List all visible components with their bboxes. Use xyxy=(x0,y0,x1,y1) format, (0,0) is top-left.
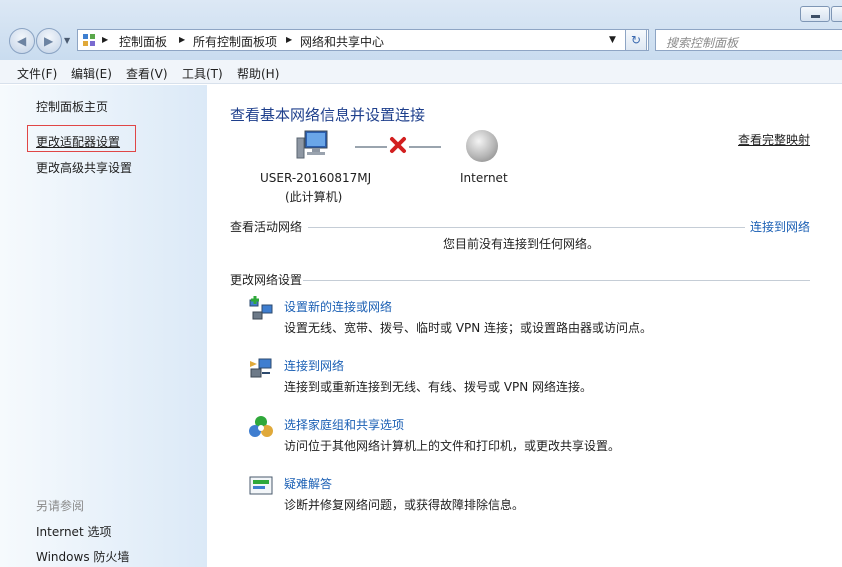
menu-help[interactable]: 帮助(H) xyxy=(237,65,279,82)
connect-to-network-link[interactable]: 连接到网络 xyxy=(750,218,810,235)
breadcrumb-chevron-icon[interactable]: ▶ xyxy=(102,35,108,44)
address-dropdown-icon[interactable]: ▼ xyxy=(609,35,616,45)
breadcrumb-all-items[interactable]: 所有控制面板项 xyxy=(193,33,277,50)
task-desc: 访问位于其他网络计算机上的文件和打印机，或更改共享设置。 xyxy=(284,439,621,453)
troubleshoot-icon xyxy=(249,476,273,495)
sidebar-item-label: 更改适配器设置 xyxy=(36,135,121,149)
full-map-link[interactable]: 查看完整映射 xyxy=(738,131,810,148)
back-arrow-icon: ◀ xyxy=(17,34,27,48)
no-connection-message: 您目前没有连接到任何网络。 xyxy=(443,237,600,251)
minimize-button[interactable] xyxy=(800,6,830,22)
chevron-down-icon[interactable]: ▼ xyxy=(64,36,70,45)
task-new-connection[interactable]: 设置新的连接或网络 xyxy=(284,298,392,315)
breadcrumb-control-panel[interactable]: 控制面板 xyxy=(119,33,167,50)
control-panel-icon xyxy=(83,34,95,46)
divider xyxy=(303,280,810,281)
menu-view[interactable]: 查看(V) xyxy=(126,65,168,82)
connect-network-icon xyxy=(250,358,272,378)
change-settings-heading: 更改网络设置 xyxy=(230,273,303,287)
active-networks-heading: 查看活动网络 xyxy=(230,220,303,234)
breadcrumb-network-center[interactable]: 网络和共享中心 xyxy=(300,33,384,50)
forward-button[interactable]: ▶ xyxy=(36,28,62,54)
task-desc: 连接到或重新连接到无线、有线、拨号或 VPN 网络连接。 xyxy=(284,380,593,394)
menu-edit[interactable]: 编辑(E) xyxy=(71,65,112,82)
maximize-button[interactable] xyxy=(831,6,842,22)
refresh-icon: ↻ xyxy=(630,33,642,47)
new-connection-icon xyxy=(249,296,273,320)
connection-line xyxy=(409,146,441,148)
sidebar-item-home[interactable]: 控制面板主页 xyxy=(36,98,108,115)
menu-tools[interactable]: 工具(T) xyxy=(182,65,223,82)
title-bar: ◀ ▶ ▼ ▶ 控制面板 ▶ 所有控制面板项 ▶ 网络和共享中心 ▼ ↻ 搜索控… xyxy=(0,0,842,60)
sidebar-item-advanced-sharing[interactable]: 更改高级共享设置 xyxy=(36,159,132,176)
search-placeholder: 搜索控制面板 xyxy=(666,36,739,50)
computer-icon xyxy=(296,130,328,159)
disconnected-x-icon[interactable] xyxy=(389,136,407,154)
task-connect-network[interactable]: 连接到网络 xyxy=(284,357,344,374)
breadcrumb-chevron-icon[interactable]: ▶ xyxy=(179,35,185,44)
page-title: 查看基本网络信息并设置连接 xyxy=(230,106,426,124)
task-troubleshoot[interactable]: 疑难解答 xyxy=(284,475,332,492)
forward-arrow-icon: ▶ xyxy=(44,34,54,48)
breadcrumb-chevron-icon[interactable]: ▶ xyxy=(286,35,292,44)
refresh-button[interactable]: ↻ xyxy=(625,29,647,51)
task-homegroup[interactable]: 选择家庭组和共享选项 xyxy=(284,416,404,433)
sidebar-item-adapter-settings[interactable]: 更改适配器设置 xyxy=(27,125,136,152)
address-bar[interactable]: ▶ 控制面板 ▶ 所有控制面板项 ▶ 网络和共享中心 ▼ xyxy=(77,29,649,51)
search-input[interactable]: 搜索控制面板 xyxy=(655,29,842,51)
divider xyxy=(308,227,745,228)
connection-line xyxy=(355,146,387,148)
see-also-heading: 另请参阅 xyxy=(36,499,85,513)
computer-name: USER-20160817MJ xyxy=(260,171,372,185)
sidebar-item-internet-options[interactable]: Internet 选项 xyxy=(36,523,111,540)
sidebar: 控制面板主页 更改适配器设置 更改高级共享设置 另请参阅 Internet 选项… xyxy=(0,85,207,567)
computer-subtitle: (此计算机) xyxy=(285,190,343,204)
globe-icon xyxy=(466,130,498,162)
homegroup-icon xyxy=(249,416,273,437)
menu-file[interactable]: 文件(F) xyxy=(17,65,57,82)
back-button[interactable]: ◀ xyxy=(9,28,35,54)
internet-label: Internet xyxy=(460,171,508,185)
sidebar-item-firewall[interactable]: Windows 防火墙 xyxy=(36,548,129,565)
task-desc: 诊断并修复网络问题，或获得故障排除信息。 xyxy=(284,498,525,512)
task-desc: 设置无线、宽带、拨号、临时或 VPN 连接；或设置路由器或访问点。 xyxy=(284,321,653,335)
menu-bar: 文件(F) 编辑(E) 查看(V) 工具(T) 帮助(H) xyxy=(0,60,842,84)
